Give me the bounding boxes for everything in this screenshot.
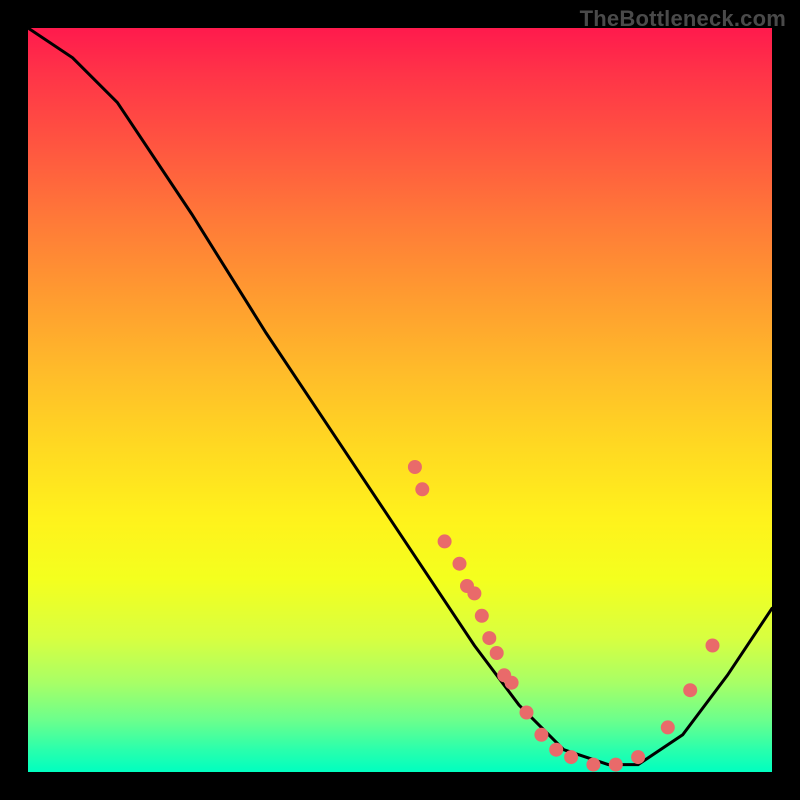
- sample-dot: [467, 586, 481, 600]
- sample-dot: [505, 676, 519, 690]
- sample-dot: [609, 758, 623, 772]
- sample-dot: [661, 720, 675, 734]
- sample-dot: [631, 750, 645, 764]
- sample-dot: [490, 646, 504, 660]
- sample-dot: [534, 728, 548, 742]
- curve-line: [28, 28, 772, 765]
- sample-dot: [549, 743, 563, 757]
- watermark-text: TheBottleneck.com: [580, 6, 786, 32]
- sample-dot: [408, 460, 422, 474]
- sample-dot: [706, 639, 720, 653]
- sample-dot: [475, 609, 489, 623]
- sample-dot: [415, 482, 429, 496]
- chart-svg: [28, 28, 772, 772]
- sample-dot: [586, 758, 600, 772]
- sample-dot: [564, 750, 578, 764]
- sample-dot: [438, 534, 452, 548]
- sample-dot: [520, 706, 534, 720]
- sample-dot: [453, 557, 467, 571]
- sample-dot: [683, 683, 697, 697]
- sample-dot: [482, 631, 496, 645]
